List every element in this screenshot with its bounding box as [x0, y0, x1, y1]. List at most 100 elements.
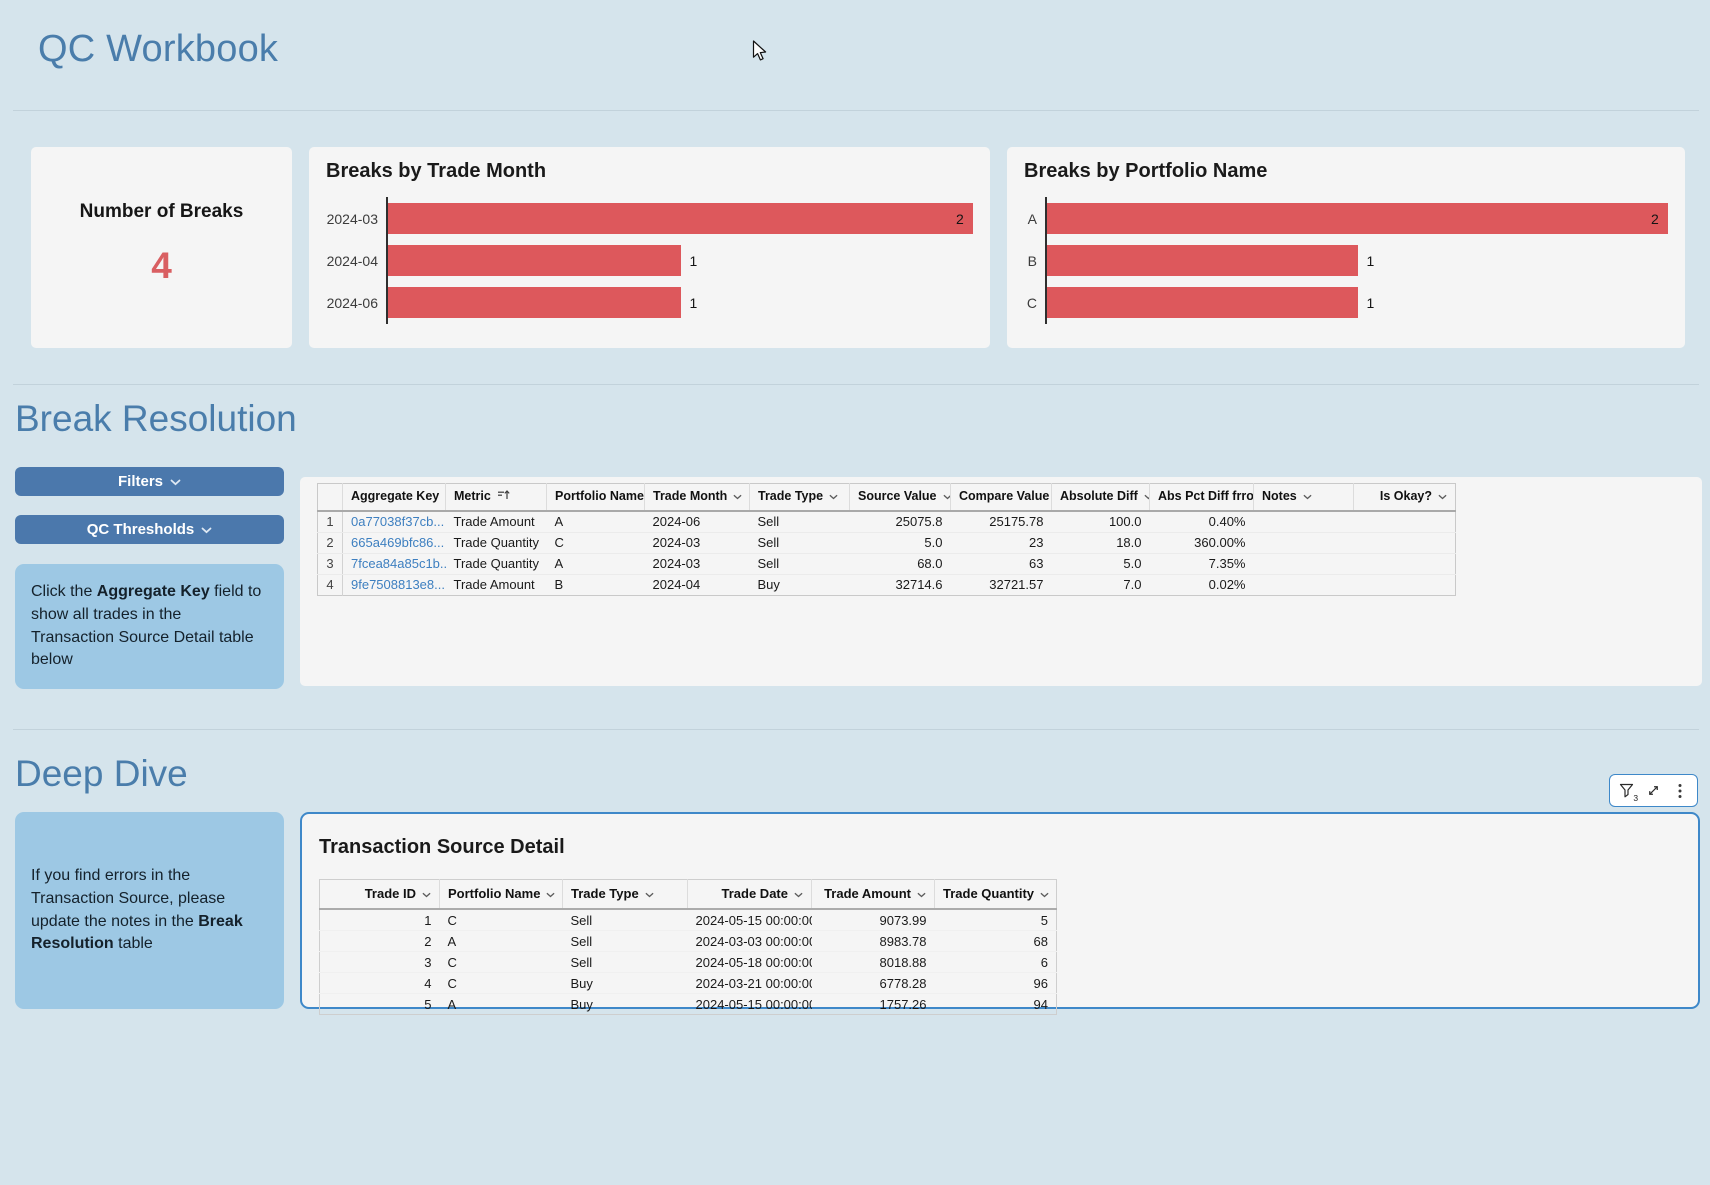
chevron-down-icon: [733, 494, 742, 500]
cell-abs-pct-diff-frrom-source: 7.35%: [1150, 554, 1254, 575]
page-title: QC Workbook: [38, 28, 278, 71]
cell-trade-id: 4: [320, 973, 440, 994]
table-row: 49fe7508813e8...Trade AmountB2024-04Buy3…: [318, 575, 1456, 596]
cell-trade-date: 2024-03-21 00:00:00: [688, 973, 812, 994]
breaks-by-trade-month-chart: 2024-032024-042024-06211: [326, 197, 973, 324]
break-resolution-heading: Break Resolution: [15, 398, 297, 440]
cell-notes: [1254, 575, 1354, 596]
cell-trade-amount: 8018.88: [812, 952, 935, 973]
cell-trade-month: 2024-03: [645, 554, 750, 575]
cell-trade-quantity: 68: [935, 931, 1057, 952]
qc-workbook-page: QC Workbook Number of Breaks 4 Breaks by…: [0, 0, 1710, 1185]
column-header-portfolio-name[interactable]: Portfolio Name: [440, 880, 563, 910]
filter-count-badge: 3: [1633, 793, 1638, 803]
chart-title: Breaks by Portfolio Name: [1024, 160, 1267, 183]
cell-abs-pct-diff-frrom-source: 0.40%: [1150, 511, 1254, 533]
cell-trade-date: 2024-05-15 00:00:00: [688, 909, 812, 931]
column-header-trade-id[interactable]: Trade ID: [320, 880, 440, 910]
y-axis-label: 2024-03: [326, 203, 378, 234]
column-header-metric[interactable]: Metric: [446, 484, 547, 512]
expand-icon[interactable]: [1641, 779, 1665, 803]
cell-trade-amount: 6778.28: [812, 973, 935, 994]
cell-notes: [1254, 554, 1354, 575]
column-header-trade-type[interactable]: Trade Type: [563, 880, 688, 910]
column-header-trade-type[interactable]: Trade Type: [750, 484, 850, 512]
cell-portfolio-name: C: [440, 909, 563, 931]
chevron-down-icon: [170, 479, 181, 486]
table-row: 4CBuy2024-03-21 00:00:006778.2896: [320, 973, 1057, 994]
column-header-source-value[interactable]: Source Value: [850, 484, 951, 512]
cell-is-okay: [1354, 575, 1456, 596]
cell-trade-type: Sell: [563, 909, 688, 931]
column-header-abs-pct-diff-frrom-source[interactable]: Abs Pct Diff frrom Source: [1150, 484, 1254, 512]
cell-absolute-diff: 5.0: [1052, 554, 1150, 575]
column-header-trade-date[interactable]: Trade Date: [688, 880, 812, 910]
more-menu-icon[interactable]: [1668, 779, 1692, 803]
bar-value-label: 2: [956, 211, 964, 227]
break-resolution-table: Aggregate KeyMetricPortfolio NameTrade M…: [317, 483, 1456, 596]
chevron-down-icon: [1040, 892, 1049, 898]
table-row: 3CSell2024-05-18 00:00:008018.886: [320, 952, 1057, 973]
cell-absolute-diff: 7.0: [1052, 575, 1150, 596]
column-header-absolute-diff[interactable]: Absolute Diff: [1052, 484, 1150, 512]
cell-trade-month: 2024-04: [645, 575, 750, 596]
cell-trade-quantity: 5: [935, 909, 1057, 931]
cell-source-value: 5.0: [850, 533, 951, 554]
table-row: 10a77038f37cb...Trade AmountA2024-06Sell…: [318, 511, 1456, 533]
column-header-portfolio-name[interactable]: Portfolio Name: [547, 484, 645, 512]
aggregate-key-link[interactable]: 0a77038f37cb...: [351, 514, 444, 529]
cell-notes: [1254, 533, 1354, 554]
chevron-down-icon: [943, 494, 951, 500]
cell-trade-id: 5: [320, 994, 440, 1015]
chevron-down-icon: [1438, 494, 1447, 500]
column-header-is-okay[interactable]: Is Okay?: [1354, 484, 1456, 512]
breaks-by-portfolio-name-card: Breaks by Portfolio Name ABC211: [1007, 147, 1685, 348]
filters-button[interactable]: Filters: [15, 467, 284, 496]
bar-2024-03: [388, 203, 973, 234]
cell-absolute-diff: 18.0: [1052, 533, 1150, 554]
breaks-by-trade-month-card: Breaks by Trade Month 2024-032024-042024…: [309, 147, 990, 348]
y-axis: 211: [386, 197, 973, 324]
cell-trade-date: 2024-03-03 00:00:00: [688, 931, 812, 952]
aggregate-key-link[interactable]: 9fe7508813e8...: [351, 577, 445, 592]
qc-thresholds-button[interactable]: QC Thresholds: [15, 515, 284, 544]
transaction-source-detail-title: Transaction Source Detail: [319, 836, 565, 859]
column-header-notes[interactable]: Notes: [1254, 484, 1354, 512]
cell-trade-quantity: 96: [935, 973, 1057, 994]
aggregate-key-link[interactable]: 665a469bfc86...: [351, 535, 444, 550]
section-divider: [13, 384, 1699, 385]
header-divider: [13, 110, 1699, 111]
chevron-down-icon: [794, 892, 803, 898]
filter-icon[interactable]: 3: [1615, 779, 1639, 803]
cell-metric: Trade Amount: [446, 511, 547, 533]
cell-portfolio-name: A: [547, 554, 645, 575]
cell-trade-amount: 1757.26: [812, 994, 935, 1015]
cell-trade-id: 2: [320, 931, 440, 952]
section-divider: [13, 729, 1699, 730]
column-header-trade-amount[interactable]: Trade Amount: [812, 880, 935, 910]
cell-portfolio-name: A: [440, 994, 563, 1015]
bar-2024-04: [388, 245, 681, 276]
cell-trade-type: Buy: [750, 575, 850, 596]
row-number: 2: [318, 533, 343, 554]
aggregate-key-link[interactable]: 7fcea84a85c1b...: [351, 556, 446, 571]
cell-portfolio-name: A: [440, 931, 563, 952]
column-header-compare-value[interactable]: Compare Value: [951, 484, 1052, 512]
cell-trade-type: Sell: [563, 931, 688, 952]
number-of-breaks-title: Number of Breaks: [80, 201, 244, 223]
column-header-aggregate-key[interactable]: Aggregate Key: [343, 484, 446, 512]
bar-value-label: 1: [1367, 253, 1375, 269]
column-header-trade-month[interactable]: Trade Month: [645, 484, 750, 512]
column-header-trade-quantity[interactable]: Trade Quantity: [935, 880, 1057, 910]
table-row: 37fcea84a85c1b...Trade QuantityA2024-03S…: [318, 554, 1456, 575]
cell-is-okay: [1354, 511, 1456, 533]
cell-portfolio-name: C: [440, 973, 563, 994]
cell-compare-value: 63: [951, 554, 1052, 575]
table-row: 2ASell2024-03-03 00:00:008983.7868: [320, 931, 1057, 952]
bar-value-label: 1: [690, 253, 698, 269]
cell-trade-quantity: 6: [935, 952, 1057, 973]
break-resolution-note: Click the Aggregate Key field to show al…: [15, 564, 284, 689]
cell-trade-id: 3: [320, 952, 440, 973]
row-number-header: [318, 484, 343, 512]
cell-absolute-diff: 100.0: [1052, 511, 1150, 533]
